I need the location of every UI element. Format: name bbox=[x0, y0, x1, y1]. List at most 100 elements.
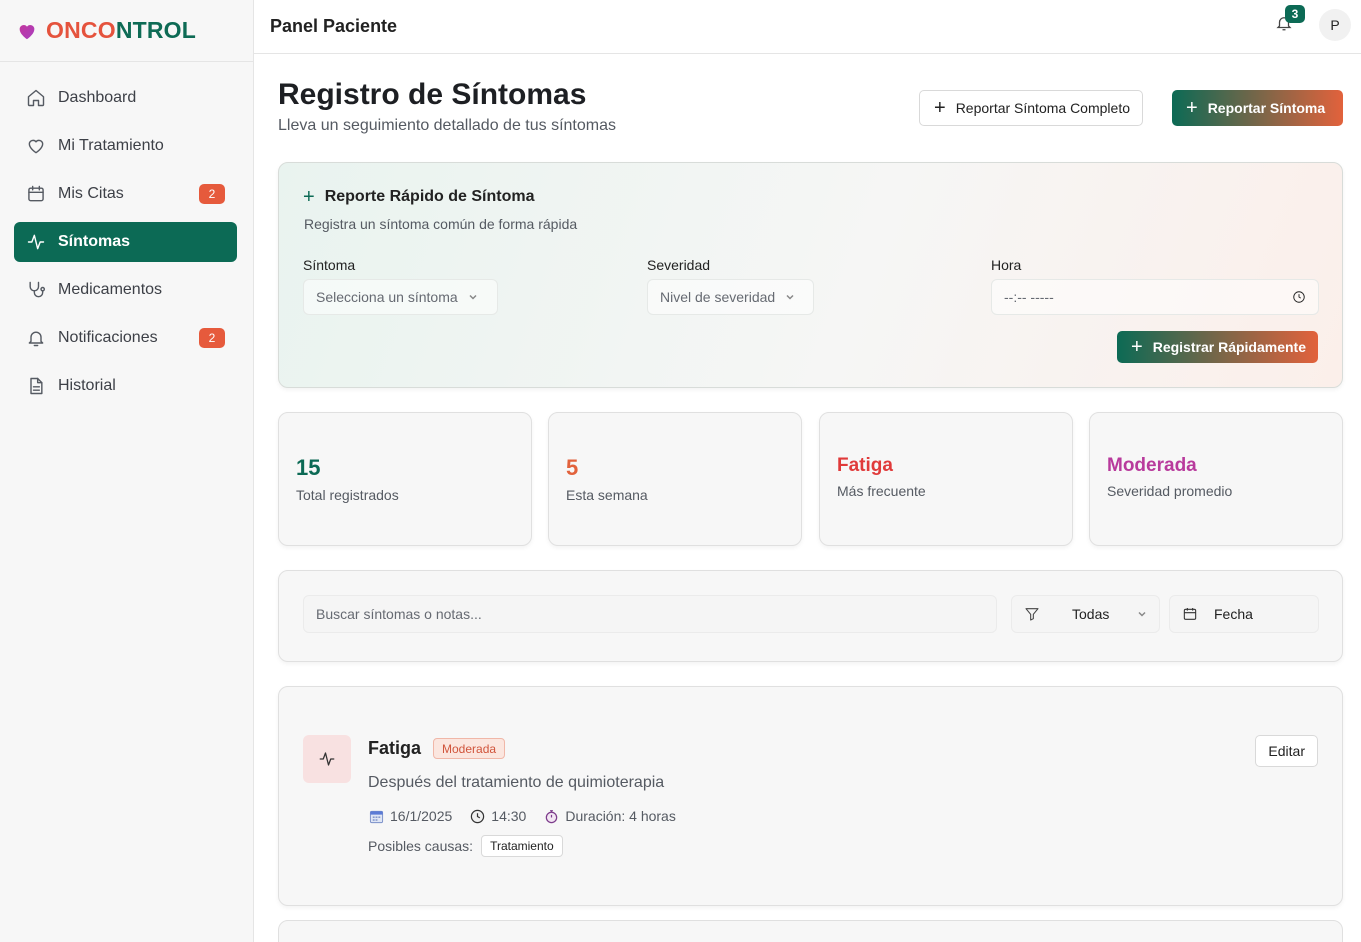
stopwatch-icon bbox=[546, 809, 558, 823]
heart-logo-icon bbox=[19, 24, 35, 39]
sidebar-nav: Dashboard Mi Tratamiento Mis Citas 2 Sín… bbox=[0, 78, 253, 406]
plus-icon: + bbox=[934, 97, 946, 119]
notifications-count-badge: 3 bbox=[1285, 5, 1305, 23]
time-label: Hora bbox=[991, 257, 1022, 273]
activity-icon bbox=[319, 752, 335, 766]
chevron-down-icon bbox=[786, 294, 794, 300]
stat-value: 15 bbox=[296, 455, 321, 480]
sidebar: ONCONTROL Dashboard Mi Tratamiento Mis C… bbox=[0, 0, 254, 942]
sidebar-item-historial[interactable]: Historial bbox=[14, 366, 237, 406]
symptom-select[interactable]: Selecciona un síntoma bbox=[303, 279, 498, 315]
plus-icon: + bbox=[303, 186, 315, 208]
page-subtitle: Lleva un seguimiento detallado de tus sí… bbox=[278, 117, 616, 134]
avatar[interactable]: P bbox=[1319, 9, 1351, 41]
stat-card-severity: Moderada Severidad promedio bbox=[1089, 412, 1343, 546]
symptom-duration-value: Duración: 4 horas bbox=[565, 808, 676, 824]
severity-select-value: Nivel de severidad bbox=[660, 289, 776, 305]
register-quick-label: Registrar Rápidamente bbox=[1152, 339, 1306, 355]
cause-tag: Tratamiento bbox=[481, 835, 563, 857]
sidebar-item-label: Notificaciones bbox=[58, 329, 158, 346]
clock-icon bbox=[1293, 291, 1305, 303]
symptom-causes: Posibles causas: Tratamiento bbox=[368, 835, 563, 857]
severity-select[interactable]: Nivel de severidad bbox=[647, 279, 814, 315]
sidebar-item-label: Medicamentos bbox=[58, 281, 163, 298]
plus-icon: + bbox=[1131, 336, 1143, 358]
sidebar-item-tratamiento[interactable]: Mi Tratamiento bbox=[14, 126, 237, 166]
file-icon bbox=[30, 377, 43, 395]
chevron-down-icon bbox=[469, 294, 477, 300]
stat-label: Severidad promedio bbox=[1107, 483, 1233, 499]
filter-icon bbox=[1025, 608, 1039, 621]
severity-label: Severidad bbox=[647, 257, 711, 273]
sidebar-item-sintomas[interactable]: Síntomas bbox=[14, 222, 237, 262]
plus-icon: + bbox=[1186, 97, 1198, 119]
calendar-icon bbox=[1183, 608, 1197, 620]
stat-label: Más frecuente bbox=[837, 483, 926, 499]
symptom-label: Síntoma bbox=[303, 257, 356, 273]
report-symptom-label: Reportar Síntoma bbox=[1207, 100, 1326, 116]
stethoscope-icon bbox=[29, 281, 46, 298]
date-filter-label: Fecha bbox=[1214, 606, 1253, 622]
filter-bar: Todas Fecha bbox=[278, 570, 1343, 662]
calendar-icon bbox=[28, 185, 44, 202]
quick-report-title: + Reporte Rápido de Síntoma bbox=[303, 187, 534, 207]
stat-label: Total registrados bbox=[296, 487, 399, 503]
time-input-value: --:-- ----- bbox=[1004, 289, 1054, 305]
symptom-meta: 16/1/2025 14:30 Duración: 4 horas bbox=[369, 808, 694, 824]
sidebar-item-label: Mi Tratamiento bbox=[58, 137, 164, 154]
register-quick-button[interactable]: + Registrar Rápidamente bbox=[1117, 331, 1318, 363]
home-icon bbox=[27, 89, 45, 107]
symptom-time-value: 14:30 bbox=[491, 808, 527, 824]
stat-label: Esta semana bbox=[566, 487, 648, 503]
sidebar-item-dashboard[interactable]: Dashboard bbox=[14, 78, 237, 118]
sidebar-item-medicamentos[interactable]: Medicamentos bbox=[14, 270, 237, 310]
notificaciones-count-badge: 2 bbox=[199, 328, 225, 348]
symptom-description: Después del tratamiento de quimioterapia bbox=[368, 774, 665, 791]
stat-card-frequent: Fatiga Más frecuente bbox=[819, 412, 1073, 546]
report-full-symptom-button[interactable]: + Reportar Síntoma Completo bbox=[919, 90, 1143, 126]
severity-filter-select[interactable]: Todas bbox=[1011, 595, 1160, 633]
header-title: Panel Paciente bbox=[270, 16, 398, 36]
stat-card-week: 5 Esta semana bbox=[548, 412, 802, 546]
date-filter-button[interactable]: Fecha bbox=[1169, 595, 1319, 633]
severity-filter-value: Todas bbox=[1072, 606, 1110, 622]
report-symptom-button[interactable]: + Reportar Síntoma bbox=[1172, 90, 1343, 126]
sidebar-item-notificaciones[interactable]: Notificaciones 2 bbox=[14, 318, 237, 358]
report-full-label: Reportar Síntoma Completo bbox=[955, 100, 1130, 116]
citas-count-badge: 2 bbox=[199, 184, 225, 204]
activity-icon bbox=[27, 234, 45, 250]
clock-icon bbox=[471, 809, 485, 823]
stat-value: Fatiga bbox=[837, 455, 893, 476]
bell-icon bbox=[28, 331, 44, 347]
symptom-date-value: 16/1/2025 bbox=[390, 808, 453, 824]
brand-logo[interactable]: ONCONTROL bbox=[0, 0, 253, 62]
edit-button[interactable]: Editar bbox=[1255, 735, 1318, 767]
severity-badge: Moderada bbox=[433, 738, 506, 759]
symptom-time: 14:30 bbox=[470, 808, 526, 824]
stat-value: 5 bbox=[566, 455, 579, 480]
stat-card-total: 15 Total registrados bbox=[278, 412, 532, 546]
heart-icon bbox=[28, 139, 44, 154]
symptom-entry-card: Fatiga Moderada Después del tratamiento … bbox=[278, 686, 1343, 906]
search-input[interactable] bbox=[303, 595, 997, 633]
page-title: Registro de Síntomas bbox=[278, 78, 587, 111]
symptom-date: 16/1/2025 bbox=[369, 808, 452, 824]
sidebar-item-label: Mis Citas bbox=[58, 185, 124, 202]
quick-report-card: + Reporte Rápido de Síntoma Registra un … bbox=[278, 162, 1343, 388]
calendar-emoji-icon bbox=[369, 810, 384, 823]
top-header: Panel Paciente 3 P bbox=[254, 0, 1361, 54]
sidebar-item-label: Dashboard bbox=[58, 89, 137, 106]
symptom-entry-card-next bbox=[278, 920, 1343, 942]
stat-value: Moderada bbox=[1107, 455, 1197, 476]
symptom-icon-box bbox=[303, 735, 351, 783]
quick-report-title-text: Reporte Rápido de Síntoma bbox=[324, 188, 535, 205]
causes-label: Posibles causas: bbox=[368, 838, 474, 854]
sidebar-item-citas[interactable]: Mis Citas 2 bbox=[14, 174, 237, 214]
sidebar-item-label: Historial bbox=[58, 377, 116, 394]
chevron-down-icon bbox=[1138, 611, 1146, 617]
symptom-duration: Duración: 4 horas bbox=[544, 808, 676, 824]
brand-name: ONCONTROL bbox=[46, 17, 197, 43]
time-input[interactable]: --:-- ----- bbox=[991, 279, 1319, 315]
sidebar-item-label: Síntomas bbox=[58, 233, 131, 250]
notifications-button[interactable]: 3 bbox=[1275, 5, 1305, 34]
